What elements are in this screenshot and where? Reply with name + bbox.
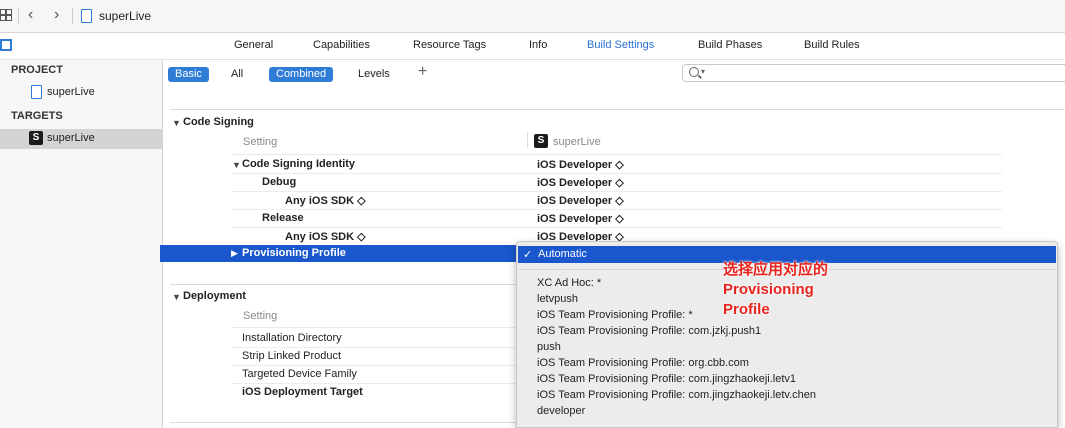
menu-item[interactable]: iOS Team Provisioning Profile: com.jingz… xyxy=(537,389,816,401)
release-value[interactable]: iOS Developer ◇ xyxy=(537,212,624,225)
path-separator xyxy=(72,8,73,24)
section-divider xyxy=(170,422,516,423)
app-target-icon: S xyxy=(534,134,548,148)
row-divider xyxy=(232,209,1002,210)
column-divider xyxy=(527,132,528,148)
tab-info[interactable]: Info xyxy=(529,39,547,51)
sidebar-item-label: superLive xyxy=(47,132,95,144)
strip-linked-product-label: Strip Linked Product xyxy=(242,350,342,362)
disclosure-down-icon[interactable]: ▼ xyxy=(172,292,181,302)
row-divider xyxy=(232,154,1002,155)
deployment-section-title: Deployment xyxy=(183,290,246,302)
tab-general[interactable]: General xyxy=(234,39,273,51)
setting-column-header: Setting xyxy=(243,310,278,322)
debug-value[interactable]: iOS Developer ◇ xyxy=(537,176,624,189)
add-setting-button[interactable]: + xyxy=(418,63,427,81)
sidebar-item-label: superLive xyxy=(47,86,95,98)
back-chevron-icon[interactable]: ‹ xyxy=(28,6,33,24)
provisioning-profile-label: Provisioning Profile xyxy=(242,247,346,259)
project-header: PROJECT xyxy=(11,64,63,76)
debug-sdk-value[interactable]: iOS Developer ◇ xyxy=(537,194,624,207)
menu-item[interactable]: developer xyxy=(537,405,585,417)
combined-filter-button[interactable]: Combined xyxy=(269,67,334,82)
row-divider xyxy=(232,365,516,366)
disclosure-right-icon[interactable]: ▶ xyxy=(231,248,238,259)
row-divider xyxy=(232,191,1002,192)
path-separator xyxy=(18,8,19,24)
row-divider xyxy=(232,347,516,348)
code-signing-identity-label: Code Signing Identity xyxy=(242,158,356,170)
search-icon xyxy=(689,67,699,77)
tab-build-rules[interactable]: Build Rules xyxy=(804,39,860,51)
annotation-line: Profile xyxy=(723,301,770,318)
menu-item[interactable]: iOS Team Provisioning Profile: org.cbb.c… xyxy=(537,357,749,369)
debug-label: Debug xyxy=(262,176,297,188)
menu-item[interactable]: letvpush xyxy=(537,293,578,305)
build-settings-filter-bar: Basic All Combined Levels + ▾ xyxy=(163,60,1065,88)
app-target-icon: S xyxy=(29,131,43,145)
targets-header: TARGETS xyxy=(11,110,63,122)
chevron-down-icon: ▾ xyxy=(701,67,706,76)
editor-tab-bar: General Capabilities Resource Tags Info … xyxy=(0,33,1065,60)
sidebar-item-target[interactable]: S superLive xyxy=(0,129,162,149)
code-signing-identity-value[interactable]: iOS Developer ◇ xyxy=(537,158,624,171)
code-signing-section-title: Code Signing xyxy=(183,116,254,128)
row-divider xyxy=(232,173,1002,174)
project-file-icon xyxy=(31,85,42,99)
tab-capabilities[interactable]: Capabilities xyxy=(313,39,370,51)
disclosure-down-icon[interactable]: ▼ xyxy=(172,118,181,128)
breadcrumb[interactable]: superLive xyxy=(99,9,151,23)
forward-chevron-icon[interactable]: › xyxy=(54,6,59,24)
navigator-toggle-icon[interactable] xyxy=(0,39,12,51)
project-file-icon xyxy=(81,9,92,23)
tab-resource-tags[interactable]: Resource Tags xyxy=(413,39,486,51)
menu-item[interactable]: iOS Team Provisioning Profile: com.jingz… xyxy=(537,373,796,385)
menu-item[interactable]: iOS Team Provisioning Profile: com.jzkj.… xyxy=(537,325,761,337)
grid-icon[interactable] xyxy=(0,9,12,21)
menu-item[interactable]: push xyxy=(537,341,561,353)
row-divider xyxy=(232,327,516,328)
basic-filter-button[interactable]: Basic xyxy=(168,67,209,82)
installation-directory-label: Installation Directory xyxy=(242,332,342,344)
setting-column-header: Setting xyxy=(243,136,278,148)
settings-search-input[interactable]: ▾ xyxy=(682,64,1065,82)
disclosure-down-icon[interactable]: ▼ xyxy=(232,160,241,170)
path-bar: ‹ › superLive xyxy=(0,0,1065,33)
levels-filter-button[interactable]: Levels xyxy=(351,67,397,82)
sidebar-item-project[interactable]: superLive xyxy=(0,83,162,103)
tab-build-phases[interactable]: Build Phases xyxy=(698,39,762,51)
menu-item-label: Automatic xyxy=(538,248,587,260)
section-divider xyxy=(170,284,516,285)
tab-build-settings[interactable]: Build Settings xyxy=(587,39,654,51)
targeted-device-family-label: Targeted Device Family xyxy=(242,368,357,380)
debug-sdk-label[interactable]: Any iOS SDK ◇ xyxy=(285,194,366,207)
provisioning-profile-row[interactable]: ▶ Provisioning Profile xyxy=(160,245,516,262)
menu-item[interactable]: iOS Team Provisioning Profile: * xyxy=(537,309,693,321)
row-divider xyxy=(232,227,1002,228)
section-divider xyxy=(170,109,1065,110)
release-sdk-label[interactable]: Any iOS SDK ◇ xyxy=(285,230,366,243)
checkmark-icon: ✓ xyxy=(523,249,533,261)
project-sidebar: PROJECT superLive TARGETS S superLive xyxy=(0,60,163,428)
row-divider xyxy=(232,383,516,384)
all-filter-button[interactable]: All xyxy=(224,67,250,82)
target-column-header: superLive xyxy=(553,136,601,148)
annotation-text: 选择应用对应的 Provisioning Profile xyxy=(723,260,828,320)
annotation-line: 选择应用对应的 xyxy=(723,261,829,278)
menu-item[interactable]: XC Ad Hoc: * xyxy=(537,277,601,289)
annotation-line: Provisioning xyxy=(723,281,814,298)
ios-deployment-target-label: iOS Deployment Target xyxy=(242,386,363,398)
release-label: Release xyxy=(262,212,304,224)
